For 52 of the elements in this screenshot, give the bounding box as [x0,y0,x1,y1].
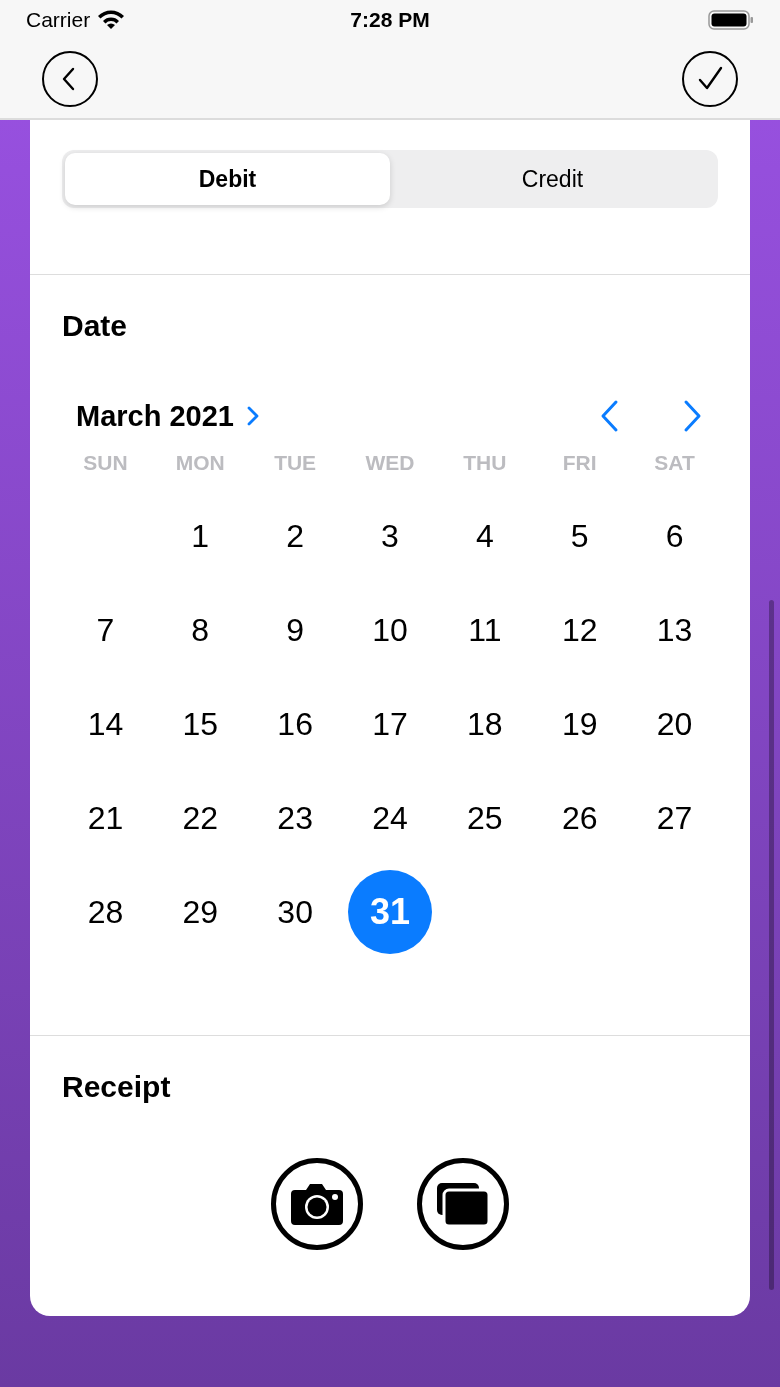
status-time: 7:28 PM [350,8,430,32]
weekday-label: SAT [654,451,695,475]
chevron-icon [246,405,260,427]
calendar-day[interactable]: 25 [442,776,527,860]
weekday-label: FRI [562,451,597,475]
wifi-icon [96,9,127,31]
calendar-day[interactable]: 24 [348,776,432,860]
calendar-day[interactable]: 23 [253,776,338,860]
calendar-day[interactable]: 1 [158,494,243,578]
camera-icon [289,1182,345,1226]
calendar-day[interactable]: 21 [63,776,148,860]
calendar-day[interactable]: 12 [537,588,622,672]
calendar-day[interactable]: 28 [63,870,148,954]
calendar-day[interactable]: 2 [253,494,338,578]
calendar-day[interactable]: 20 [632,682,717,766]
weekday-label: WED [365,451,415,475]
calendar-day[interactable]: 27 [632,776,717,860]
calendar-day[interactable]: 8 [158,588,243,672]
weekday-label: MON [175,451,225,475]
calendar-day[interactable]: 14 [63,682,148,766]
weekday-label: THU [463,451,507,475]
section-title: Receipt [61,1070,172,1104]
calendar-day[interactable]: 22 [158,776,243,860]
month-picker[interactable]: March 2021 [76,399,260,433]
calendar-day[interactable]: 6 [632,494,717,578]
calendar-day[interactable]: 11 [442,588,527,672]
calendar-day[interactable]: 10 [348,588,432,672]
calendar-day[interactable]: 15 [158,682,243,766]
calendar-day[interactable]: 3 [348,494,432,578]
calendar-day[interactable]: 26 [537,776,622,860]
calendar-day[interactable]: 29 [158,870,243,954]
back-button[interactable] [42,51,98,107]
calendar-day[interactable]: 16 [253,682,338,766]
calendar-day[interactable]: 17 [348,682,432,766]
calendar-day[interactable]: 19 [537,682,622,766]
calendar-day[interactable]: 30 [253,870,338,954]
weekday-label: TUE [274,451,317,475]
weekday-label: SUN [83,451,128,475]
segment-tab[interactable]: Credit [390,153,715,205]
section-title: Date [61,309,129,343]
calendar-day[interactable]: 4 [442,494,527,578]
calendar-day[interactable]: 7 [63,588,148,672]
segment-tab[interactable]: Debit [65,153,390,205]
photos-icon [435,1181,491,1227]
calendar-day[interactable]: 5 [537,494,622,578]
battery-icon [708,9,754,31]
carrier-name: Carrier [26,8,91,32]
calendar-day[interactable]: 18 [442,682,527,766]
done-button[interactable] [682,51,738,107]
calendar-day[interactable]: 9 [253,588,338,672]
calendar-day[interactable]: 13 [632,588,717,672]
calendar-day[interactable]: 31 [348,870,432,954]
